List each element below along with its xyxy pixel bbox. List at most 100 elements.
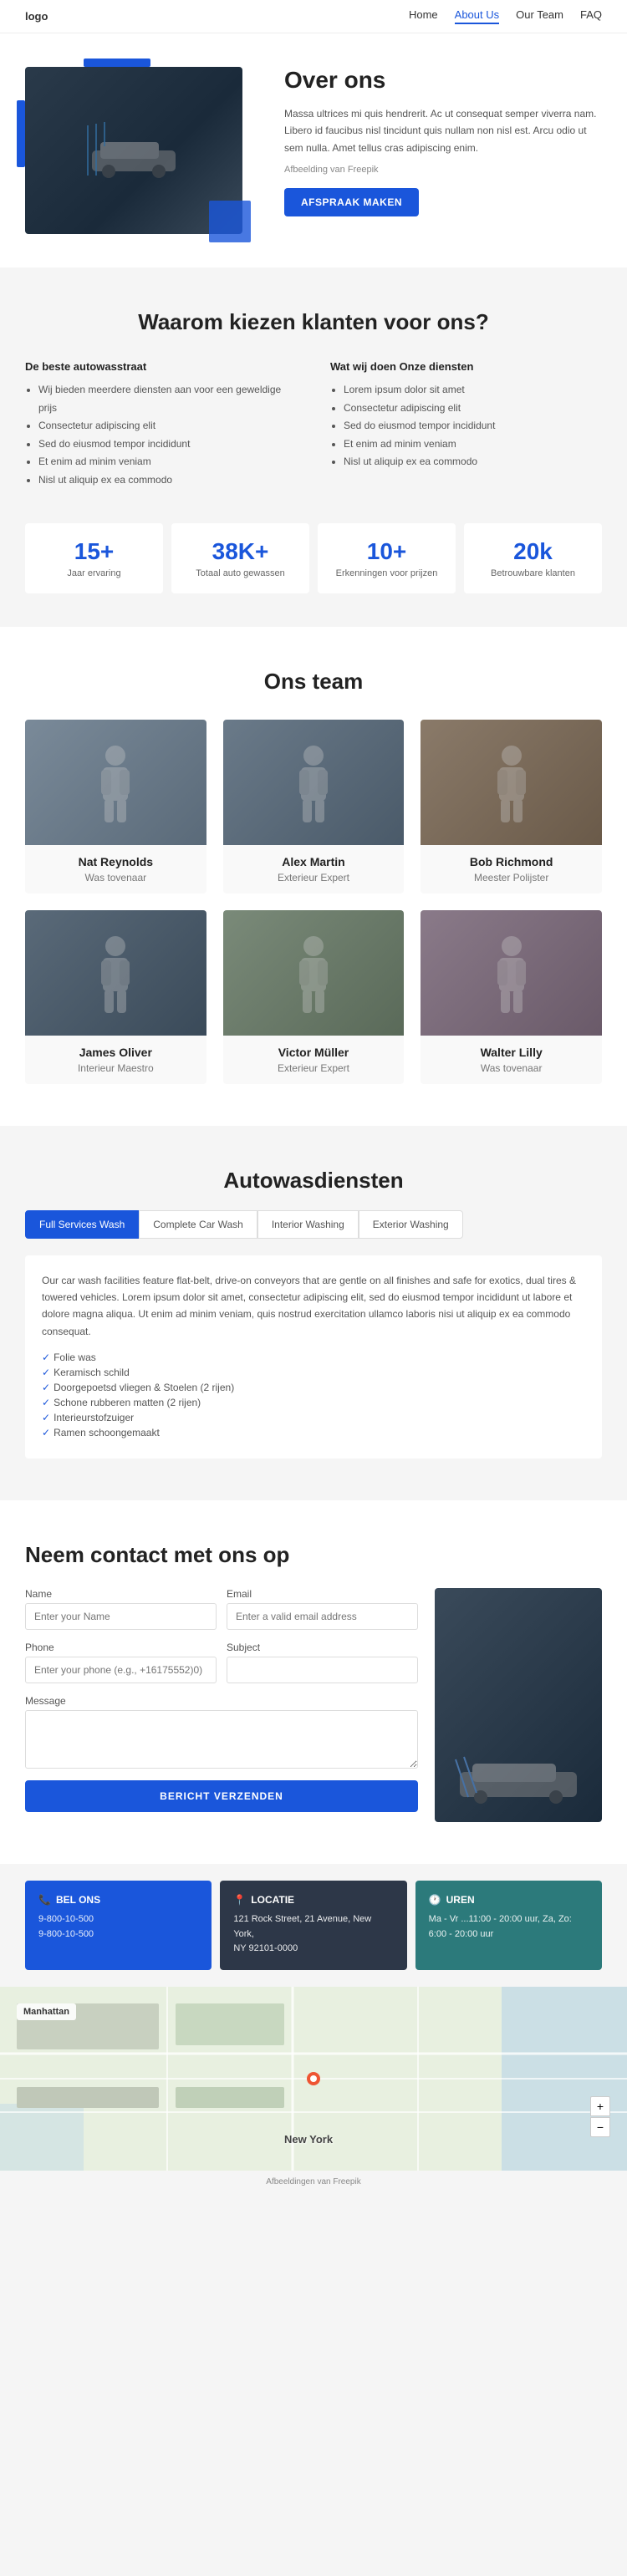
hero-title: Over ons: [284, 67, 602, 94]
why-col1-item: Et enim ad minim veniam: [38, 453, 297, 471]
nav-link-our-team[interactable]: Our Team: [516, 8, 563, 24]
info-card-title: 📍LOCATIE: [233, 1894, 393, 1906]
service-item: ✓Folie was: [42, 1352, 585, 1363]
name-input[interactable]: [25, 1603, 217, 1630]
map-label-newyork: New York: [284, 2133, 333, 2146]
hero-image-credit: Afbeelding van Freepik: [284, 165, 602, 175]
message-label: Message: [25, 1695, 418, 1707]
hero-right: Over ons Massa ultrices mi quis hendreri…: [276, 67, 602, 216]
service-tabs: Full Services WashComplete Car WashInter…: [25, 1210, 602, 1239]
service-item: ✓Schone rubberen matten (2 rijen): [42, 1397, 585, 1408]
footer-credit: Afbeeldingen van Freepik: [0, 2171, 627, 2193]
contact-section: Neem contact met ons op Name Email Phone: [0, 1500, 627, 1864]
info-card-line: 121 Rock Street, 21 Avenue, New York,: [233, 1912, 393, 1942]
why-col2-item: Sed do eiusmod tempor incididunt: [344, 417, 602, 435]
team-member-role: Was tovenaar: [431, 1062, 592, 1074]
team-member-name: Victor Müller: [233, 1046, 395, 1059]
team-member-role: Interieur Maestro: [35, 1062, 196, 1074]
team-section: Ons team Nat ReynoldsWas tovenaar Alex M…: [0, 627, 627, 1126]
stat-label: Totaal auto gewassen: [186, 568, 294, 578]
nav-link-about-us[interactable]: About Us: [455, 8, 499, 24]
team-member-name: Walter Lilly: [431, 1046, 592, 1059]
service-tab-2[interactable]: Interior Washing: [257, 1210, 359, 1239]
team-member-name: Bob Richmond: [431, 855, 592, 868]
stat-number: 10+: [333, 538, 441, 565]
stat-number: 38K+: [186, 538, 294, 565]
service-tab-1[interactable]: Complete Car Wash: [139, 1210, 257, 1239]
email-label: Email: [227, 1588, 418, 1600]
map-zoom-controls: + −: [590, 2096, 610, 2137]
contact-image: [435, 1588, 602, 1822]
phone-input[interactable]: [25, 1657, 217, 1683]
hero-description: Massa ultrices mi quis hendrerit. Ac ut …: [284, 105, 602, 156]
stat-label: Jaar ervaring: [40, 568, 148, 578]
services-title: Autowasdiensten: [25, 1168, 602, 1194]
message-input[interactable]: [25, 1710, 418, 1769]
team-card: James Oliver Interieur Maestro: [25, 910, 206, 1084]
info-card-line: 6:00 - 20:00 uur: [429, 1927, 589, 1942]
accent-bar-top: [84, 59, 150, 67]
nav-link-home[interactable]: Home: [409, 8, 438, 24]
accent-bar-left: [17, 100, 25, 167]
team-member-role: Meester Polijster: [431, 872, 592, 883]
team-member-name: James Oliver: [35, 1046, 196, 1059]
why-col2-item: Et enim ad minim veniam: [344, 435, 602, 454]
zoom-out-button[interactable]: −: [590, 2117, 610, 2137]
stat-label: Betrouwbare klanten: [479, 568, 587, 578]
team-photo: [223, 910, 405, 1036]
hero-left: [25, 67, 259, 234]
info-card-line: 9-800-10-500: [38, 1927, 198, 1942]
team-grid: Nat ReynoldsWas tovenaar Alex MartinExte…: [25, 720, 602, 1084]
why-columns: De beste autowasstraat Wij bieden meerde…: [25, 360, 602, 490]
map-section: Manhattan New York + −: [0, 1987, 627, 2171]
team-member-name: Nat Reynolds: [35, 855, 196, 868]
zoom-in-button[interactable]: +: [590, 2096, 610, 2116]
stat-label: Erkenningen voor prijzen: [333, 568, 441, 578]
submit-button[interactable]: BERICHT VERZENDEN: [25, 1780, 418, 1812]
contact-form: Name Email Phone Subject Me: [25, 1588, 418, 1822]
nav-links: Home About Us Our Team FAQ: [409, 8, 602, 24]
why-col1-item: Consectetur adipiscing elit: [38, 417, 297, 435]
info-card-line: 9-800-10-500: [38, 1912, 198, 1927]
why-col1-item: Sed do eiusmod tempor incididunt: [38, 435, 297, 454]
message-field-group: Message: [25, 1695, 418, 1769]
team-member-role: Exterieur Expert: [233, 872, 395, 883]
service-item: ✓Keramisch schild: [42, 1367, 585, 1378]
why-col1-list: Wij bieden meerdere diensten aan voor ee…: [25, 381, 297, 490]
service-item: ✓Doorgepoetsd vliegen & Stoelen (2 rijen…: [42, 1382, 585, 1393]
service-list: ✓Folie was ✓Keramisch schild ✓Doorgepoetsd…: [42, 1352, 585, 1438]
team-title: Ons team: [25, 669, 602, 695]
service-content: Our car wash facilities feature flat-bel…: [25, 1255, 602, 1459]
team-card: Walter Lilly Was tovenaar: [421, 910, 602, 1084]
why-col1-item: Wij bieden meerdere diensten aan voor ee…: [38, 381, 297, 417]
phone-field-group: Phone: [25, 1642, 217, 1683]
hero-section: Over ons Massa ultrices mi quis hendreri…: [0, 33, 627, 267]
why-col-2: Wat wij doen Onze diensten Lorem ipsum d…: [330, 360, 602, 490]
stat-number: 15+: [40, 538, 148, 565]
stat-card: 10+ Erkenningen voor prijzen: [318, 523, 456, 593]
name-label: Name: [25, 1588, 217, 1600]
team-photo: [25, 720, 206, 845]
service-tab-3[interactable]: Exterior Washing: [359, 1210, 463, 1239]
stat-card: 15+ Jaar ervaring: [25, 523, 163, 593]
cta-button[interactable]: AFSPRAAK MAKEN: [284, 188, 419, 216]
phone-icon: 📞: [38, 1894, 51, 1906]
service-item: ✓Interieurstofzuiger: [42, 1412, 585, 1423]
info-card-dark: 📍LOCATIE 121 Rock Street, 21 Avenue, New …: [220, 1881, 406, 1970]
form-row-2: Phone Subject: [25, 1642, 418, 1683]
email-input[interactable]: [227, 1603, 418, 1630]
contact-layout: Name Email Phone Subject Me: [25, 1588, 602, 1822]
nav-link-faq[interactable]: FAQ: [580, 8, 602, 24]
stat-number: 20k: [479, 538, 587, 565]
subject-input[interactable]: [227, 1657, 418, 1683]
why-col2-item: Nisl ut aliquip ex ea commodo: [344, 453, 602, 471]
accent-blue-bottom: [209, 201, 251, 242]
info-cards-row: 📞BEL ONS9-800-10-5009-800-10-500📍LOCATIE…: [0, 1864, 627, 1987]
logo: logo: [25, 10, 48, 23]
footer-credit-text: Afbeeldingen van Freepik: [266, 2177, 360, 2187]
team-photo: [25, 910, 206, 1036]
why-col2-title: Wat wij doen Onze diensten: [330, 360, 602, 373]
team-photo: [223, 720, 405, 845]
stat-card: 20k Betrouwbare klanten: [464, 523, 602, 593]
service-tab-0[interactable]: Full Services Wash: [25, 1210, 139, 1239]
